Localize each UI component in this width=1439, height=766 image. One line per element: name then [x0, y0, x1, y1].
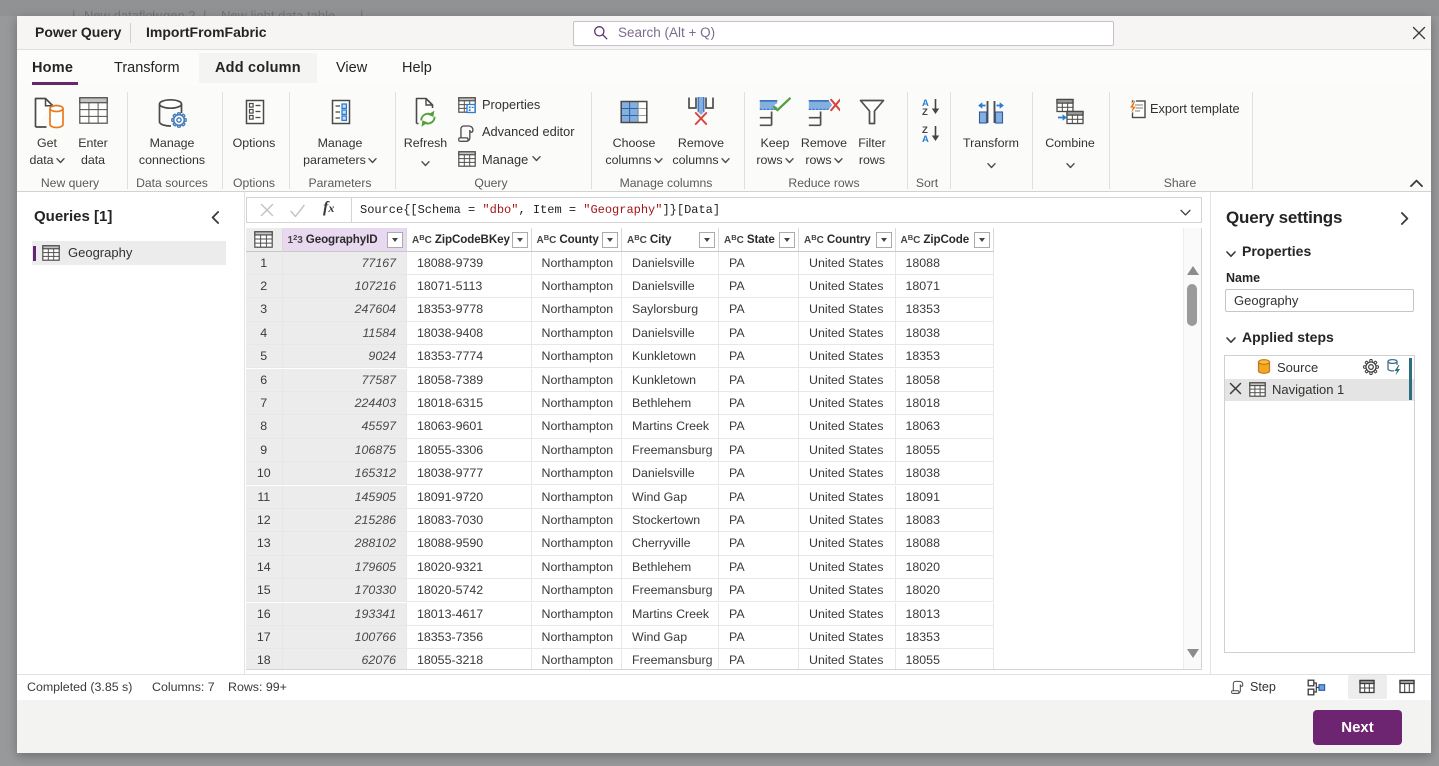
- svg-text:Z: Z: [922, 107, 928, 115]
- svg-text:A: A: [922, 134, 929, 142]
